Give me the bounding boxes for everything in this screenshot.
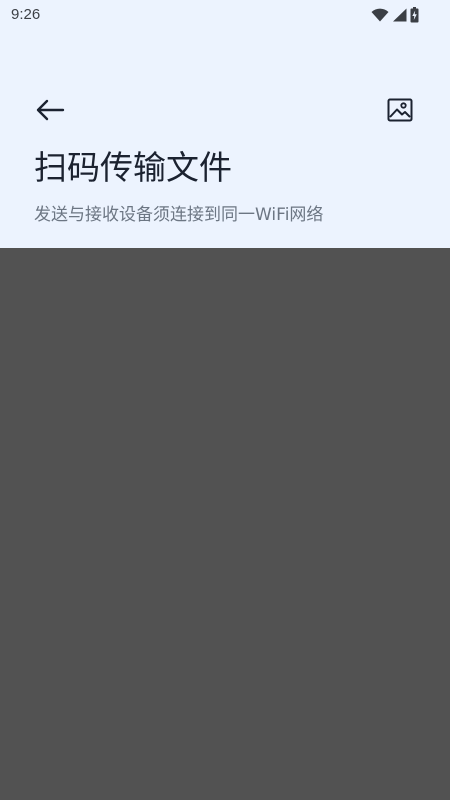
page-title: 扫码传输文件 <box>34 148 232 187</box>
page-subtitle: 发送与接收设备须连接到同一WiFi网络 <box>34 205 324 225</box>
status-bar: 9:26 <box>0 0 450 32</box>
signal-icon <box>392 8 407 22</box>
back-button[interactable] <box>30 92 70 132</box>
image-icon <box>387 98 413 126</box>
battery-charging-icon <box>410 7 419 23</box>
status-icons <box>371 7 419 23</box>
gallery-button[interactable] <box>380 92 420 132</box>
qr-scanner-viewfinder[interactable] <box>0 248 450 800</box>
status-time: 9:26 <box>11 6 41 23</box>
header-area: 9:26 扫码传输文件 发送与接收设备须连接到同一WiFi网络 <box>0 0 450 248</box>
wifi-icon <box>371 8 389 22</box>
arrow-left-icon <box>35 99 65 125</box>
